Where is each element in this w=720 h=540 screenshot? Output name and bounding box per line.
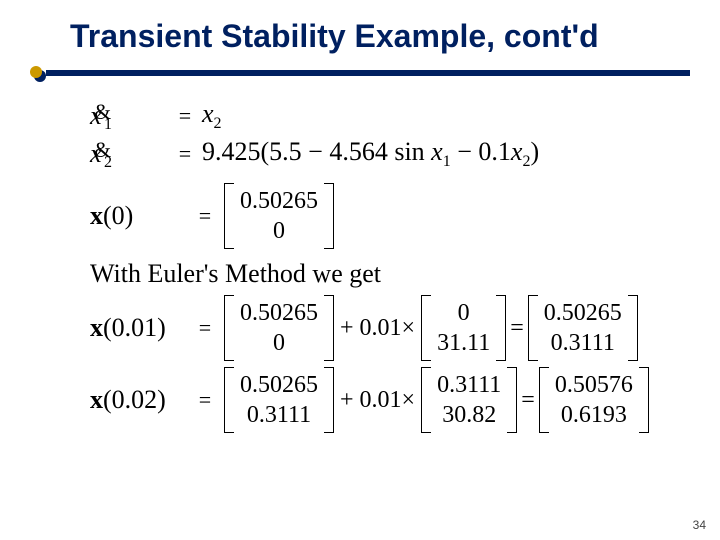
page-number: 34 (693, 518, 706, 532)
plus-op: + 0.01× (336, 315, 419, 342)
cell: 0 (240, 328, 318, 358)
cell: 0.3111 (544, 328, 622, 358)
step-0p01: x(0.01) = 0.50265 0 + 0.01× 0 31.11 (90, 295, 680, 361)
sub-1: 1 (104, 116, 112, 134)
cell: 0.50265 (240, 370, 318, 400)
equals: = (168, 141, 202, 167)
matrix: 0.50576 0.6193 (539, 367, 649, 433)
cell: 0.50576 (555, 370, 633, 400)
paren-close: ) (530, 137, 539, 166)
cell: 0.50265 (544, 298, 622, 328)
paren-0: (0) (103, 201, 133, 230)
rule-line (46, 70, 690, 76)
mid: − 0.1 (451, 137, 511, 166)
matrix: 0.3111 30.82 (421, 367, 517, 433)
page-title: Transient Stability Example, cont'd (70, 18, 700, 55)
slide-body: x & 1 = x2 x & 2 = 9.425(5.5 − 4.564 (90, 95, 680, 437)
cell: 0.3111 (437, 370, 501, 400)
sub-2: 2 (104, 154, 112, 172)
cell: 0 (437, 298, 490, 328)
equals: = (188, 203, 222, 229)
eq-xdot1: x & 1 = x2 (90, 99, 680, 133)
x0-row: x(0) = 0.50265 0 (90, 183, 680, 249)
step-0p02: x(0.02) = 0.50265 0.3111 + 0.01× 0.3111 … (90, 367, 680, 433)
sub-1: 1 (443, 153, 451, 170)
equals: = (519, 387, 537, 414)
title-rule (30, 66, 690, 78)
eq-xdot2: x & 2 = 9.425(5.5 − 4.564 sin x1 − 0.1x2… (90, 137, 680, 171)
cell: 0.6193 (555, 400, 633, 430)
matrix: 0.50265 0.3111 (528, 295, 638, 361)
cell: 30.82 (437, 400, 501, 430)
cell: 0.50265 (240, 186, 318, 216)
equals: = (168, 103, 202, 129)
sub-2: 2 (214, 115, 222, 132)
plus-op: + 0.01× (336, 387, 419, 414)
var-x: x (431, 137, 443, 166)
matrix: 0.50265 0 (224, 295, 334, 361)
method-note: With Euler's Method we get (90, 259, 680, 289)
paren-t: (0.01) (103, 313, 166, 342)
matrix: 0 31.11 (421, 295, 506, 361)
num: 9.425 (202, 137, 261, 166)
equals: = (188, 387, 222, 413)
var-x2: x (511, 137, 523, 166)
cell: 31.11 (437, 328, 490, 358)
vec-x: x (90, 385, 103, 414)
matrix-x0: 0.50265 0 (224, 183, 334, 249)
paren-open: (5.5 − 4.564 sin (261, 137, 432, 166)
equals: = (188, 315, 222, 341)
bullet-dot-icon (30, 66, 42, 78)
cell: 0 (240, 216, 318, 246)
paren-t: (0.02) (103, 385, 166, 414)
cell: 0.3111 (240, 400, 318, 430)
var-x2: x (202, 99, 214, 128)
slide: Transient Stability Example, cont'd x & … (0, 0, 720, 540)
vec-x: x (90, 201, 103, 230)
matrix: 0.50265 0.3111 (224, 367, 334, 433)
cell: 0.50265 (240, 298, 318, 328)
vec-x: x (90, 313, 103, 342)
equals: = (508, 315, 526, 342)
rhs2: 9.425(5.5 − 4.564 sin x1 − 0.1x2) (202, 137, 539, 171)
